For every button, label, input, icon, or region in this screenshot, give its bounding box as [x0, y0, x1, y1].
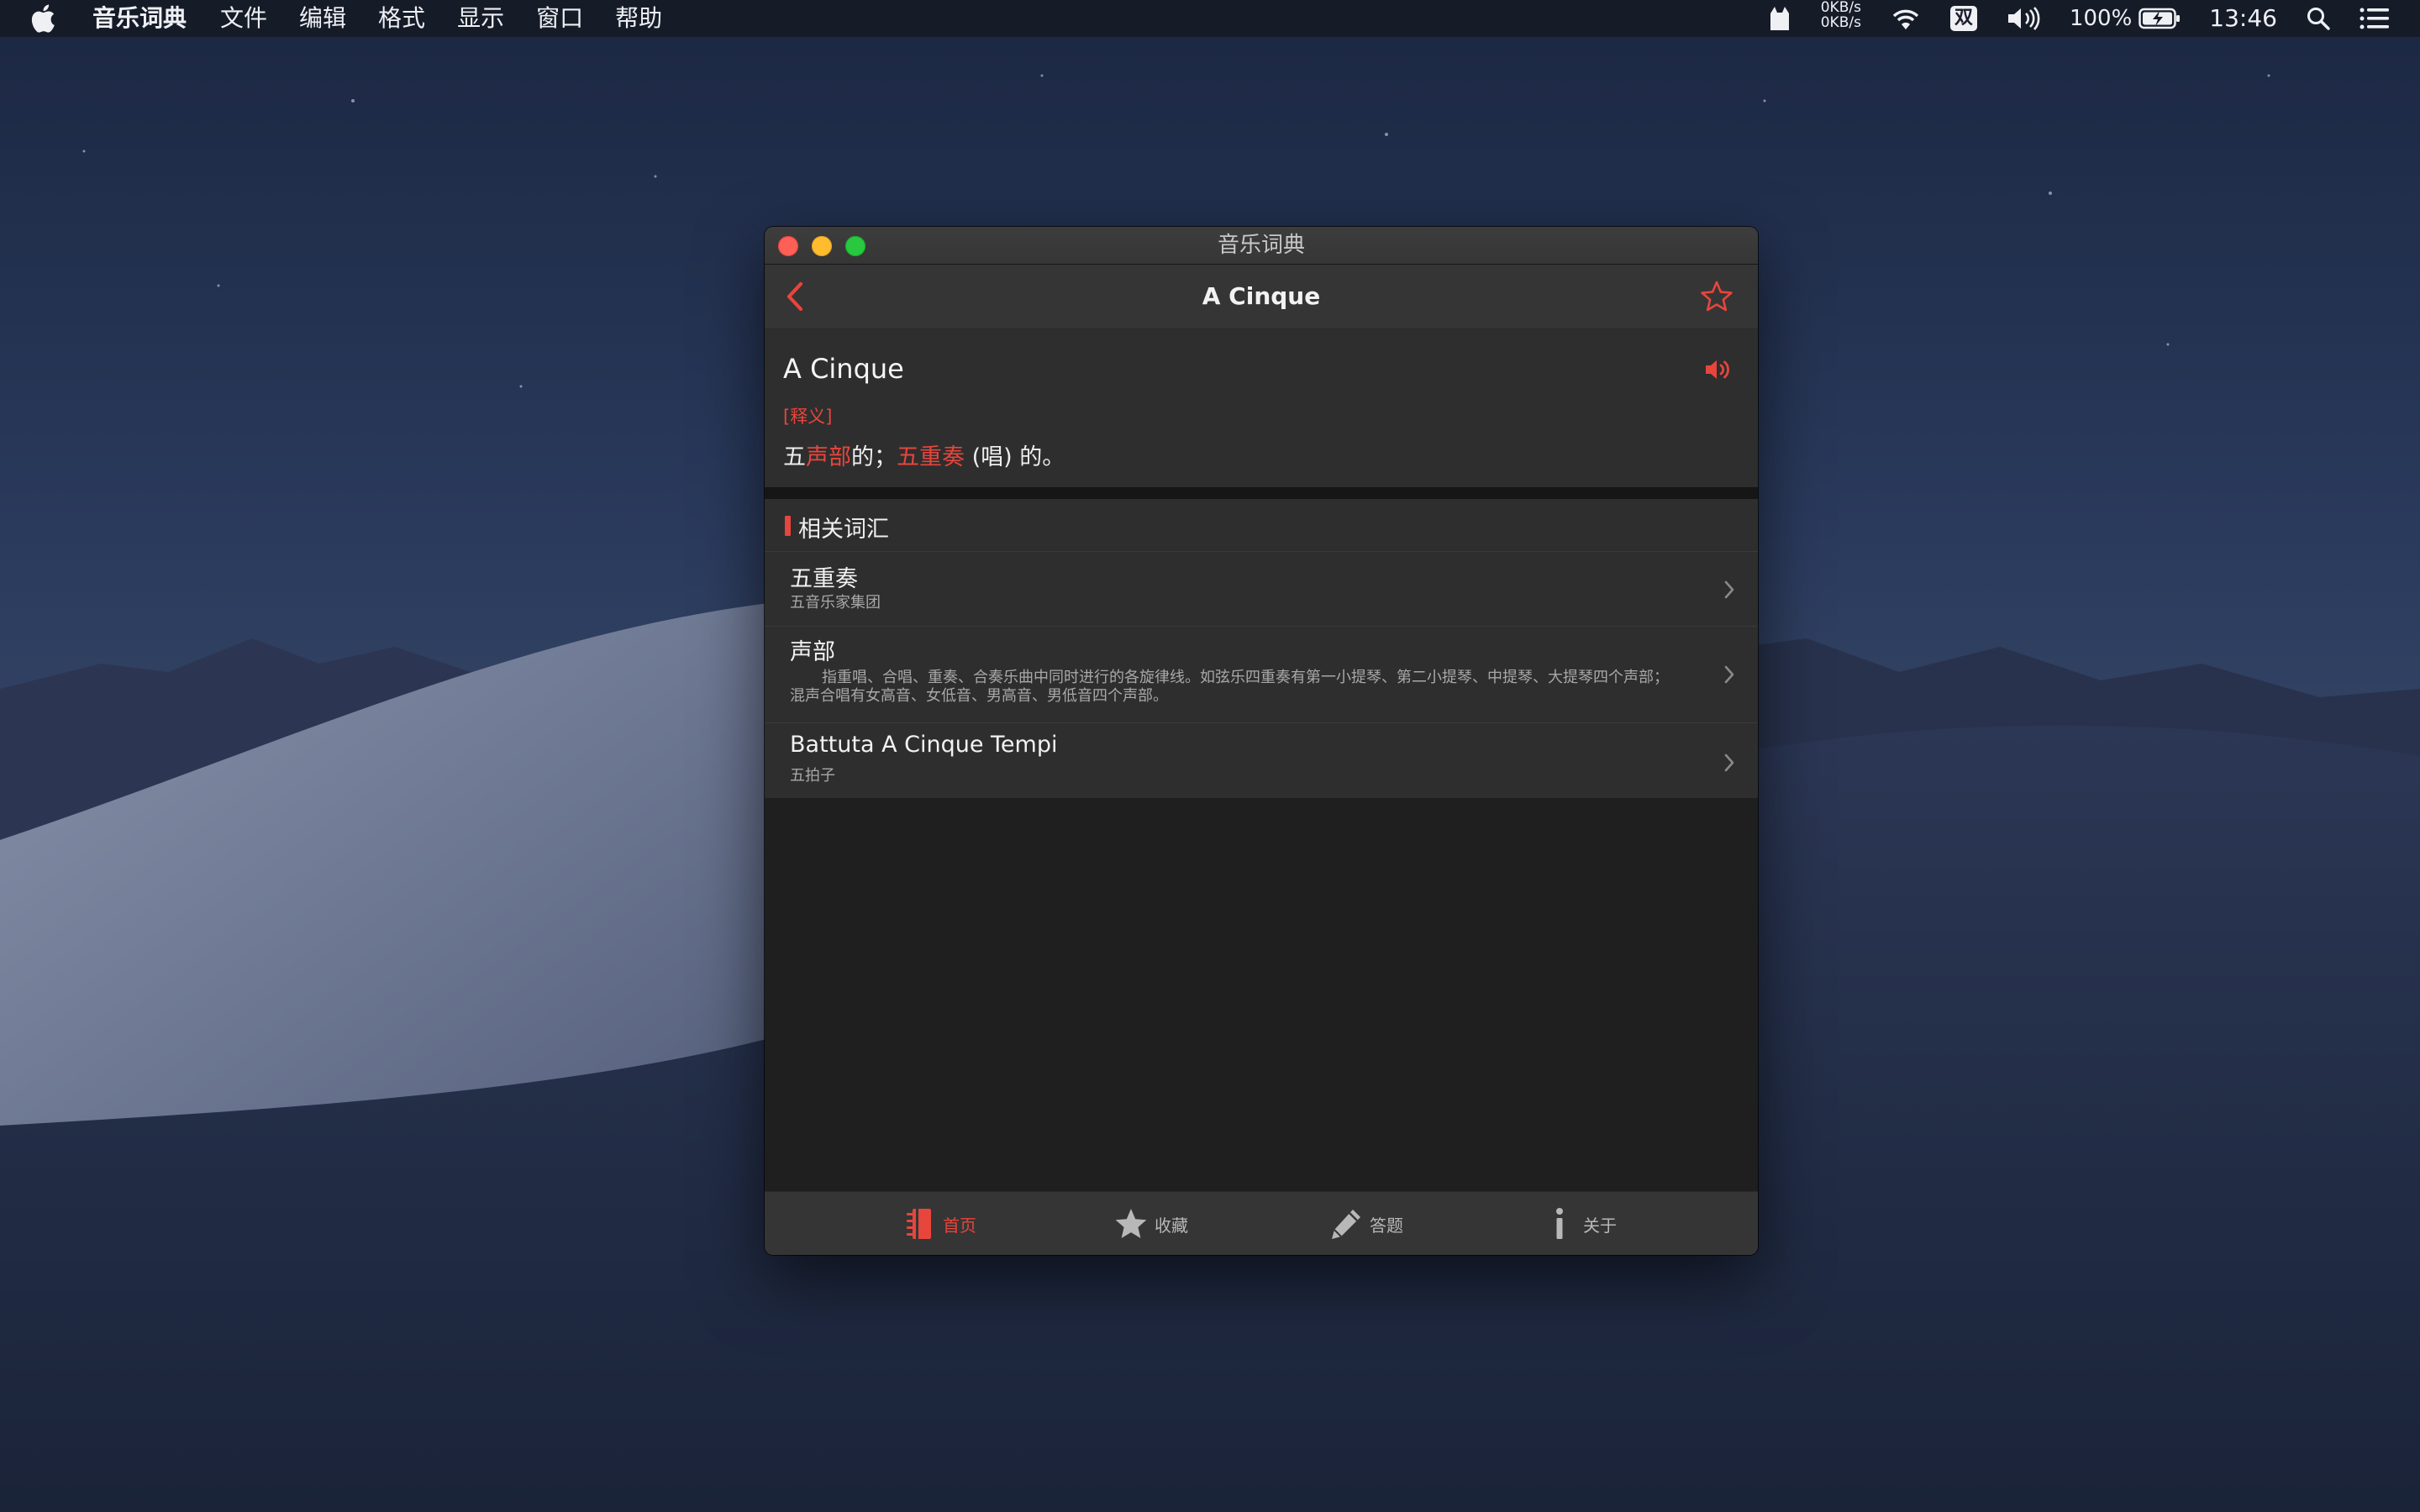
chevron-left-icon: [786, 281, 803, 312]
menu-help[interactable]: 帮助: [615, 0, 662, 37]
network-speed[interactable]: 0KB/s 0KB/s: [1821, 0, 1861, 37]
chevron-right-icon: [1721, 577, 1738, 602]
tab-home[interactable]: 首页: [901, 1192, 976, 1255]
related-word: 声部: [790, 639, 835, 665]
wifi-icon[interactable]: [1890, 0, 1922, 37]
meaning-text: 五声部的；五重奏 (唱) 的。: [783, 438, 1065, 471]
tab-quiz[interactable]: 答题: [1328, 1192, 1403, 1255]
battery-status[interactable]: 100%: [2070, 0, 2181, 37]
favorite-button[interactable]: [1699, 279, 1734, 314]
definition-card: A Cinque [释义] 五声部的；五重奏 (唱) 的。: [765, 329, 1758, 487]
app-window: 音乐词典 A Cinque A Cinque [释义] 五声部的；五重奏 (唱)…: [765, 227, 1758, 1255]
related-header: 相关词汇: [765, 499, 1758, 552]
pronounce-button[interactable]: [1702, 354, 1733, 385]
tab-label: 收藏: [1155, 1215, 1188, 1236]
menu-file[interactable]: 文件: [220, 0, 267, 37]
tab-label: 首页: [943, 1215, 976, 1236]
info-icon: [1541, 1205, 1578, 1242]
section-divider: [765, 487, 1758, 499]
net-up: 0KB/s: [1820, 0, 1861, 16]
related-word: 五重奏: [790, 566, 858, 592]
menubar-clock[interactable]: 13:46: [2209, 0, 2277, 37]
chevron-right-icon: [1721, 662, 1738, 687]
related-title: 相关词汇: [798, 517, 889, 543]
tab-favorites[interactable]: 收藏: [1113, 1192, 1188, 1255]
window-titlebar[interactable]: 音乐词典: [765, 227, 1758, 265]
back-button[interactable]: [778, 280, 812, 313]
meaning-part: 五: [783, 444, 806, 470]
tab-label: 关于: [1583, 1215, 1617, 1236]
list-icon[interactable]: [2360, 0, 2390, 37]
related-desc: 五音乐家集团: [790, 594, 881, 612]
menu-app[interactable]: 音乐词典: [92, 0, 187, 37]
related-row-quintet[interactable]: 五重奏 五音乐家集团: [765, 552, 1758, 627]
related-word: Battuta A Cinque Tempi: [790, 732, 1058, 758]
menu-bar: 音乐词典 文件 编辑 格式 显示 窗口 帮助 0KB/s 0KB/s 双 100…: [0, 0, 2420, 37]
tab-label: 答题: [1370, 1215, 1403, 1236]
tab-about[interactable]: 关于: [1541, 1192, 1617, 1255]
tab-bar: 首页 收藏 答题 关于: [765, 1191, 1758, 1255]
meaning-link-voice-part[interactable]: 声部: [806, 444, 851, 470]
related-desc: 五拍子: [790, 767, 835, 785]
chevron-right-icon: [1721, 750, 1738, 775]
menu-view[interactable]: 显示: [457, 0, 504, 37]
menu-window[interactable]: 窗口: [536, 0, 583, 37]
nav-title: A Cinque: [1202, 282, 1321, 310]
battery-icon: [2139, 8, 2181, 29]
meaning-tag: [释义]: [783, 407, 833, 427]
meaning-part: (唱) 的。: [965, 444, 1065, 470]
net-down: 0KB/s: [1820, 14, 1861, 31]
menu-format[interactable]: 格式: [378, 0, 425, 37]
book-icon: [901, 1205, 938, 1242]
star-outline-icon: [1701, 281, 1733, 312]
input-method-indicator[interactable]: 双: [1949, 0, 1977, 37]
related-desc: 指重唱、合唱、重奏、合奏乐曲中同时进行的各旋律线。如弦乐四重奏有第一小提琴、第二…: [790, 669, 1706, 706]
meaning-part: 的；: [851, 444, 897, 470]
ime-label: 双: [1949, 6, 1977, 31]
related-words-section: 相关词汇 五重奏 五音乐家集团 声部 指重唱、合唱、重奏、合奏乐曲中同时进行的各…: [765, 499, 1758, 798]
apple-icon[interactable]: [30, 0, 59, 37]
related-desc-line: 指重唱、合唱、重奏、合奏乐曲中同时进行的各旋律线。如弦乐四重奏有第一小提琴、第二…: [822, 669, 1669, 686]
meaning-link-quintet[interactable]: 五重奏: [897, 444, 965, 470]
related-row-voice-part[interactable]: 声部 指重唱、合唱、重奏、合奏乐曲中同时进行的各旋律线。如弦乐四重奏有第一小提琴…: [765, 627, 1758, 723]
nav-bar: A Cinque: [765, 265, 1758, 329]
term-title: A Cinque: [783, 353, 904, 385]
pencil-icon: [1328, 1205, 1365, 1242]
related-desc-line: 混声合唱有女高音、女低音、男高音、男低音四个声部。: [790, 687, 1168, 705]
volume-icon[interactable]: [2006, 0, 2041, 37]
related-row-battuta[interactable]: Battuta A Cinque Tempi 五拍子: [765, 723, 1758, 798]
window-title: 音乐词典: [1217, 233, 1305, 258]
cat-icon[interactable]: [1767, 0, 1792, 37]
speaker-icon: [1706, 360, 1729, 379]
star-icon: [1113, 1205, 1150, 1242]
search-icon[interactable]: [2306, 0, 2331, 37]
section-marker: [785, 516, 791, 536]
menu-edit[interactable]: 编辑: [299, 0, 346, 37]
battery-percent: 100%: [2069, 6, 2133, 31]
